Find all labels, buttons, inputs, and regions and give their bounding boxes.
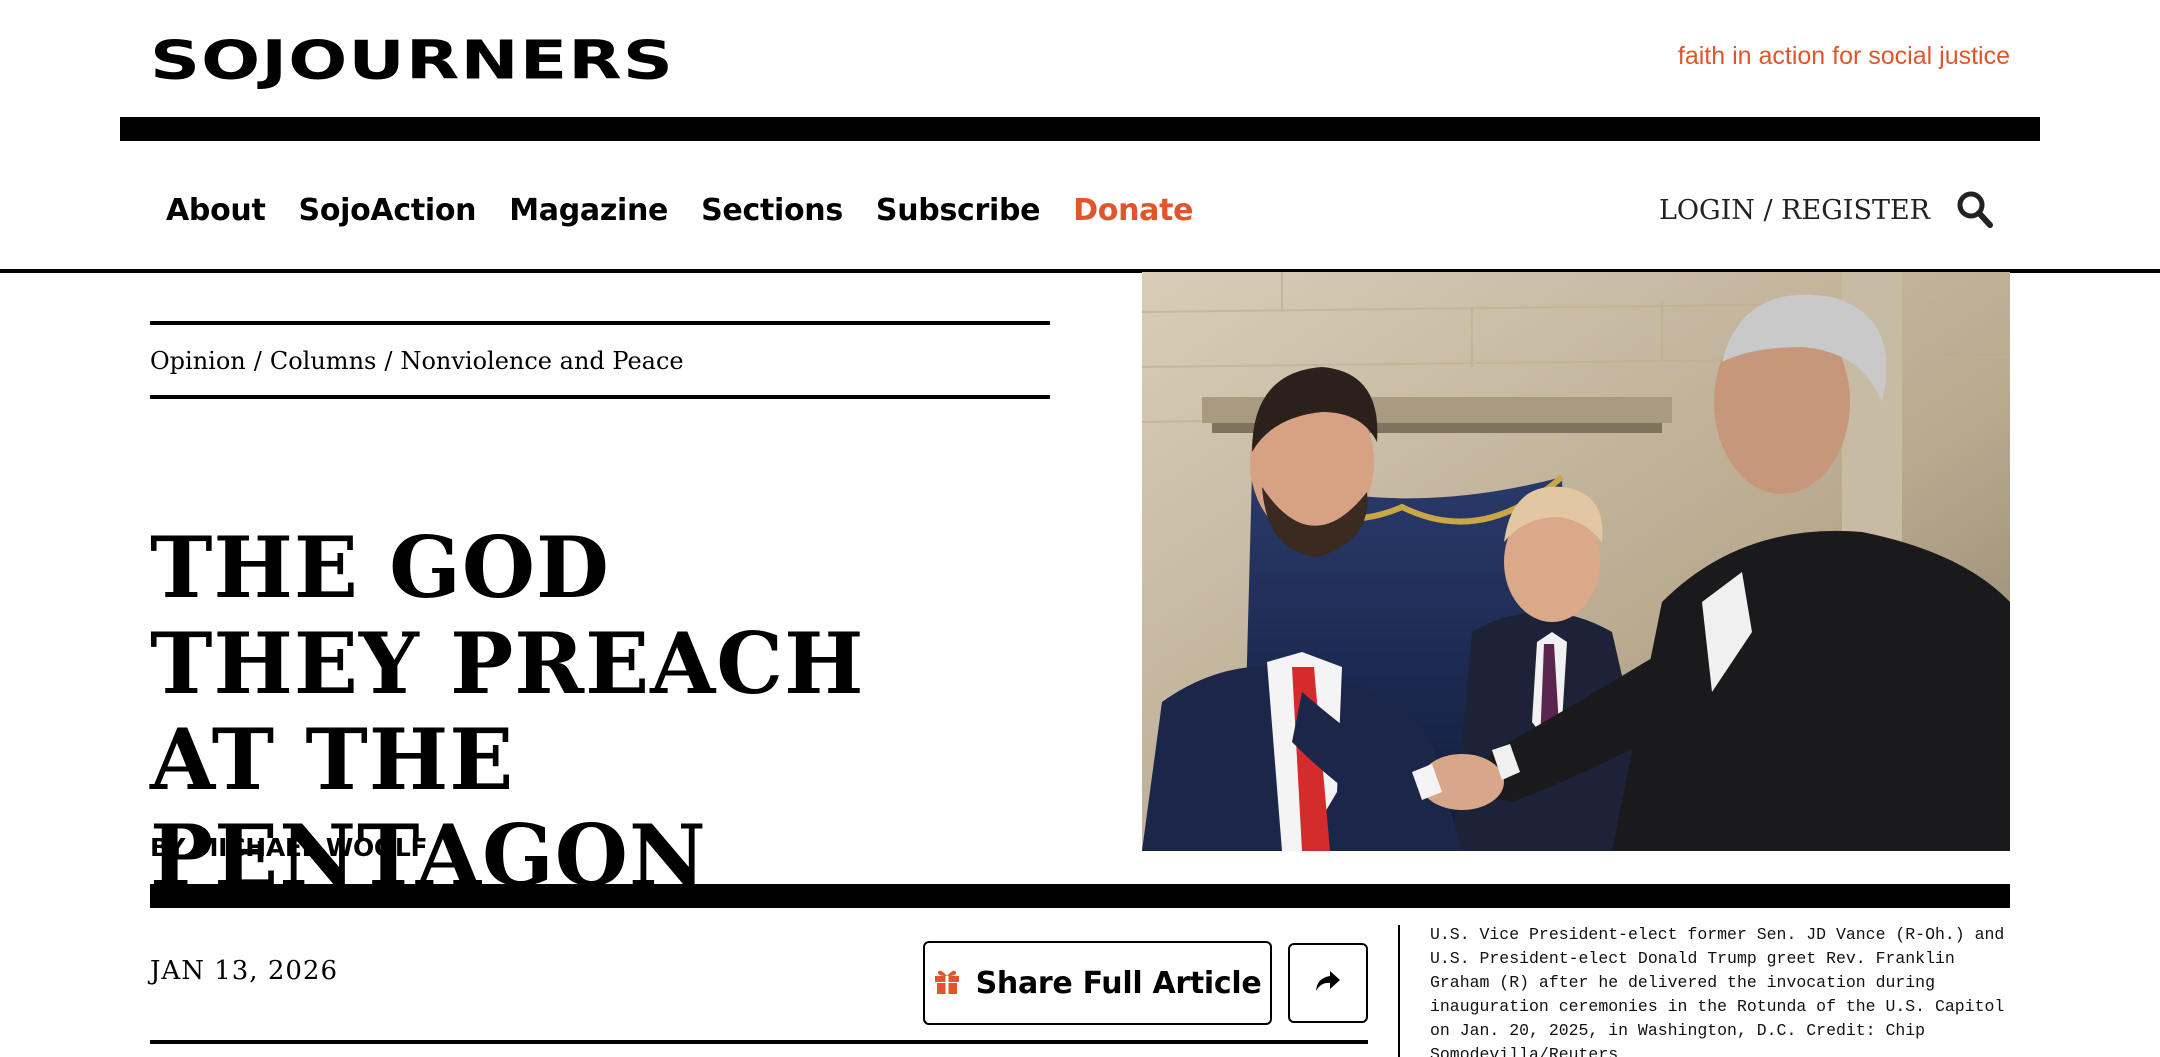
article-meta-bottom-rule — [150, 1040, 1368, 1044]
nav-item-magazine[interactable]: Magazine — [509, 196, 668, 226]
nav-item-sojoaction[interactable]: SojoAction — [299, 196, 477, 226]
header-divider-bar — [120, 117, 2040, 141]
article-meta-divider-bar — [150, 884, 2010, 908]
share-forward-icon — [1315, 969, 1341, 998]
nav-item-subscribe[interactable]: Subscribe — [876, 196, 1041, 226]
nav-item-about[interactable]: About — [166, 196, 266, 226]
article-date: JAN 13, 2026 — [150, 956, 338, 986]
breadcrumb-separator: / — [253, 347, 262, 375]
site-tagline: faith in action for social justice — [1677, 42, 2010, 70]
share-full-article-label: Share Full Article — [975, 965, 1262, 1001]
nav-item-sections[interactable]: Sections — [701, 196, 843, 226]
article-byline[interactable]: BY MICHAEL WOOLF — [150, 833, 428, 862]
image-caption: U.S. Vice President-elect former Sen. JD… — [1430, 925, 2005, 1057]
login-register-link[interactable]: LOGIN / REGISTER — [1659, 197, 1930, 224]
share-full-article-button[interactable]: Share Full Article — [923, 941, 1272, 1025]
breadcrumb-top-rule — [150, 321, 1050, 325]
breadcrumb-separator: / — [384, 347, 393, 375]
share-forward-button[interactable] — [1288, 943, 1368, 1023]
breadcrumb: Opinion / Columns / Nonviolence and Peac… — [150, 347, 684, 375]
nav-item-donate[interactable]: Donate — [1073, 196, 1193, 226]
search-icon[interactable] — [1955, 190, 1995, 230]
caption-divider — [1398, 925, 1400, 1057]
breadcrumb-bottom-rule — [150, 395, 1050, 399]
breadcrumb-opinion[interactable]: Opinion — [150, 347, 246, 375]
gift-icon — [934, 967, 960, 1000]
site-logo[interactable]: SOJOURNERS — [150, 34, 674, 87]
breadcrumb-nonviolence-and-peace[interactable]: Nonviolence and Peace — [400, 347, 683, 375]
article-hero-image — [1142, 272, 2010, 851]
breadcrumb-columns[interactable]: Columns — [270, 347, 376, 375]
main-nav: About SojoAction Magazine Sections Subsc… — [166, 196, 1194, 226]
